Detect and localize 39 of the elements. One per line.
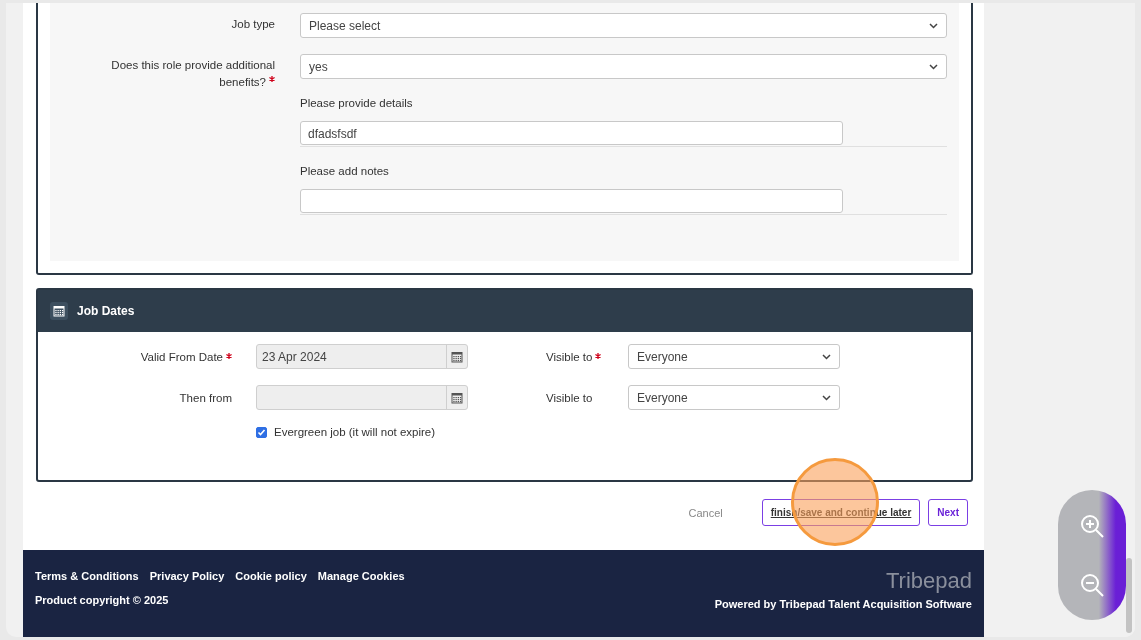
chevron-down-icon: [929, 63, 938, 70]
field-label: Visible to: [546, 391, 594, 404]
powered-by-text: Powered by Tribepad Talent Acquisition Software: [714, 597, 972, 610]
footer-link[interactable]: Terms & Conditions: [35, 569, 139, 582]
field-label: Please add notes: [300, 165, 390, 177]
required-asterisk-icon: [269, 76, 275, 82]
section-title: Job Dates: [77, 304, 135, 318]
select-field[interactable]: Everyone: [628, 385, 840, 410]
chevron-down-icon: [929, 22, 938, 29]
select-field[interactable]: Everyone: [628, 344, 840, 369]
chevron-down-icon: [822, 394, 831, 401]
date-field[interactable]: 23 Apr 2024: [256, 344, 468, 369]
calendar-icon: [451, 350, 463, 363]
field-label: Job type: [230, 17, 275, 32]
scrollbar[interactable]: [1126, 558, 1132, 633]
field-label: Then from: [178, 391, 233, 404]
copyright-text: Product copyright © 2025: [35, 593, 170, 606]
calendar-icon: [451, 391, 463, 404]
select-field[interactable]: Please select: [300, 13, 947, 38]
select-field[interactable]: yes: [300, 54, 947, 79]
required-asterisk-icon: [226, 352, 232, 359]
footer-link[interactable]: Privacy Policy: [149, 569, 225, 582]
brand-logo: Tribepad: [886, 567, 972, 594]
chevron-down-icon: [822, 353, 831, 360]
next-button[interactable]: Next: [928, 499, 968, 526]
text-input[interactable]: dfadsfsdf: [300, 121, 843, 145]
checkbox[interactable]: [256, 426, 267, 438]
footer-link[interactable]: Cookie policy: [235, 569, 307, 582]
date-field[interactable]: [256, 385, 468, 410]
field-label: Visible to: [546, 350, 628, 363]
field-label: Does this role provide additional benefits?: [110, 58, 275, 90]
zoom-in-button[interactable]: [1079, 512, 1105, 539]
field-label: Valid From Date: [38, 350, 256, 363]
required-asterisk-icon: [595, 352, 602, 359]
checkbox-label: Evergreen job (it will not expire): [274, 426, 436, 438]
text-input[interactable]: [300, 189, 843, 213]
footer-link[interactable]: Manage Cookies: [317, 569, 405, 582]
field-label: Please provide details: [300, 97, 414, 109]
zoom-out-button[interactable]: [1079, 571, 1105, 598]
